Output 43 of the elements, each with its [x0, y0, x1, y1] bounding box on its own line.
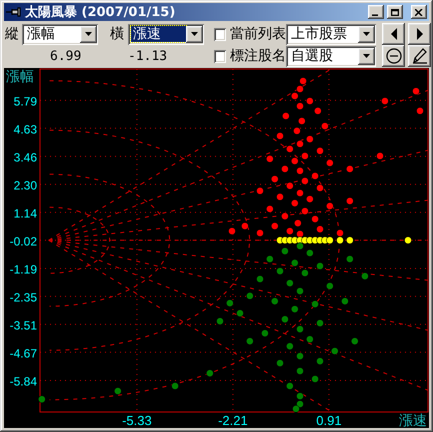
- list-dropdown[interactable]: 上市股票: [286, 24, 376, 44]
- horizontal-axis-label: 橫: [110, 25, 125, 43]
- y-tick-label: -2.35: [10, 290, 37, 304]
- y-tick-label: 4.63: [14, 122, 37, 136]
- list-dropdown[interactable]: 自選股: [286, 46, 376, 66]
- maximize-icon: [391, 8, 399, 16]
- y-tick-label: 1.14: [14, 206, 37, 220]
- x-tick-label: 0.91: [316, 413, 342, 428]
- horizontal-reading: -1.13: [128, 48, 168, 64]
- y-tick-label: -0.02: [10, 234, 37, 248]
- y-tick-label: -3.51: [10, 318, 37, 332]
- minimize-button[interactable]: [368, 5, 384, 19]
- checkbox[interactable]: [214, 28, 226, 40]
- pushpin-icon: [6, 7, 22, 17]
- checkbox-label: 當前列表: [230, 25, 286, 43]
- maximize-button[interactable]: [387, 5, 403, 19]
- window-title: 太陽風暴 (2007/01/15): [25, 4, 176, 21]
- vertical-axis-dropdown[interactable]: 漲幅: [22, 24, 98, 44]
- vertical-axis-label: 縱: [4, 25, 20, 43]
- zoom-out-button[interactable]: [382, 45, 405, 67]
- previous-button[interactable]: [382, 23, 405, 45]
- x-tick-label: -5.33: [122, 413, 152, 428]
- x-axis-title: 漲速: [399, 412, 427, 428]
- close-icon: [415, 8, 423, 16]
- close-button[interactable]: [411, 5, 427, 19]
- pen-icon: [410, 47, 428, 65]
- right-triangle-icon: [416, 28, 422, 40]
- checkbox[interactable]: [214, 50, 226, 62]
- y-tick-label: -4.67: [10, 346, 37, 360]
- checkbox-label: 標注股名: [230, 47, 286, 65]
- y-tick-label: 2.30: [14, 178, 37, 192]
- next-button[interactable]: [408, 23, 431, 45]
- x-tick-label: -2.21: [218, 413, 248, 428]
- y-tick-label: 5.79: [14, 94, 37, 108]
- y-tick-label: 3.46: [14, 150, 37, 164]
- vertical-reading: 6.99: [49, 48, 82, 64]
- left-triangle-icon: [390, 28, 396, 40]
- circle-minus-icon: [384, 47, 402, 65]
- y-tick-label: -1.19: [10, 262, 37, 276]
- pen-button[interactable]: [408, 45, 431, 67]
- y-axis-title: 漲幅: [6, 68, 34, 84]
- horizontal-axis-dropdown[interactable]: 漲速: [128, 24, 204, 44]
- y-tick-label: -5.84: [10, 374, 37, 388]
